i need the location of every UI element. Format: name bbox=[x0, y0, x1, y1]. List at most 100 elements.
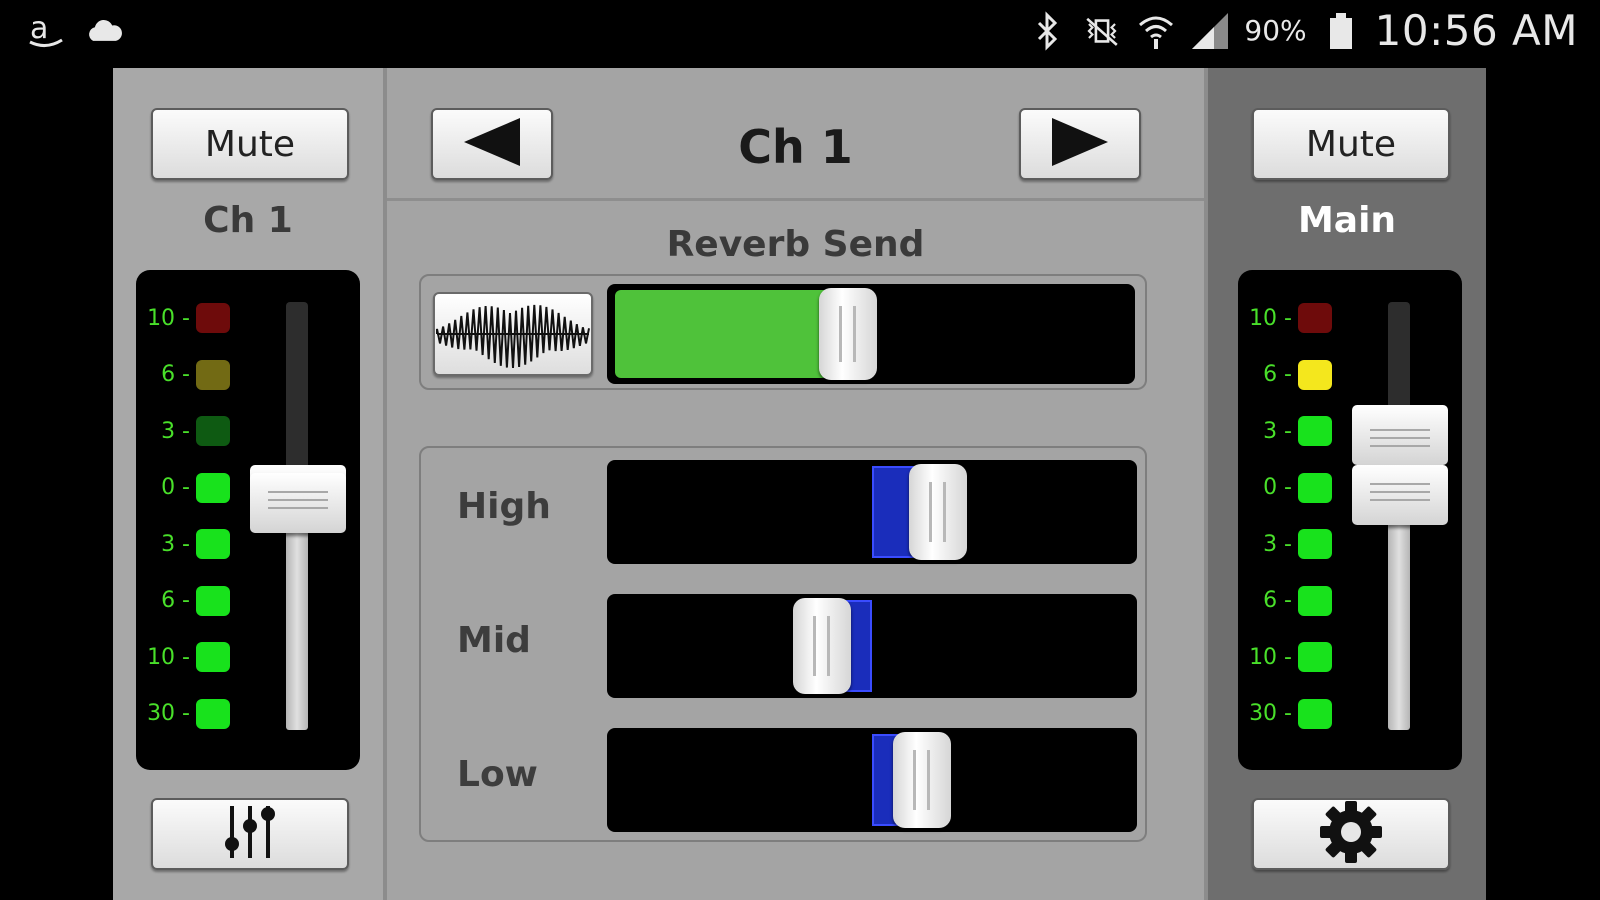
meter-tick-label: 10 - bbox=[1249, 644, 1292, 670]
eq-high-slider[interactable] bbox=[607, 460, 1137, 564]
eq-low-slider[interactable] bbox=[607, 728, 1137, 832]
meter-tick-label: 6 - bbox=[161, 588, 190, 613]
channel-strip-left: Mute Ch 1 10 - 6 - 3 - 0 - 3 - 6 - 10 - 30 - bbox=[113, 68, 383, 900]
main-fader-handle[interactable] bbox=[1352, 464, 1448, 525]
meter-led bbox=[196, 642, 230, 672]
eq-mid-handle[interactable] bbox=[792, 598, 851, 694]
meter-row: 10 - bbox=[1238, 298, 1332, 338]
svg-text:a: a bbox=[30, 11, 48, 46]
meter-led bbox=[196, 303, 230, 333]
eq-high-label: High bbox=[457, 486, 551, 527]
meter-row: 3 - bbox=[136, 411, 230, 451]
main-label: Main bbox=[1297, 200, 1397, 241]
meter-tick-label: 10 - bbox=[147, 644, 190, 670]
meter-level-indicator bbox=[1352, 404, 1448, 465]
channel-label: Ch 1 bbox=[203, 200, 293, 241]
eq-low-handle[interactable] bbox=[893, 732, 952, 828]
amazon-icon: a bbox=[26, 10, 66, 50]
channel-fader-handle[interactable] bbox=[250, 473, 346, 534]
reverb-send-fill bbox=[615, 290, 849, 378]
channel-meter: 10 - 6 - 3 - 0 - 3 - 6 - 10 - 30 - bbox=[136, 270, 360, 770]
meter-row: 6 - bbox=[1238, 355, 1332, 395]
meter-tick-label: 6 - bbox=[1263, 362, 1292, 387]
wifi-icon bbox=[1136, 11, 1176, 51]
meter-row: 6 - bbox=[1238, 581, 1332, 621]
eq-low-label: Low bbox=[457, 754, 538, 795]
main-meter: 10 - 6 - 3 - 0 - 3 - 6 - 10 - 30 - bbox=[1238, 270, 1462, 770]
meter-tick-label: 10 - bbox=[1249, 305, 1292, 331]
meter-row: 3 - bbox=[136, 524, 230, 564]
meter-tick-label: 30 - bbox=[147, 701, 190, 726]
main-strip: Mute Main 10 - 6 - 3 - 0 - 3 - 6 - 10 - 30 - bbox=[1208, 68, 1486, 900]
meter-led bbox=[1298, 359, 1332, 390]
meter-row: 10 - bbox=[136, 298, 230, 338]
meter-led bbox=[1298, 529, 1332, 559]
meter-tick-label: 3 - bbox=[161, 418, 190, 444]
meter-led bbox=[1298, 303, 1332, 333]
mixer-button[interactable] bbox=[151, 798, 349, 870]
next-channel-button[interactable] bbox=[1019, 108, 1141, 180]
reverb-send-slider[interactable] bbox=[607, 284, 1135, 384]
meter-tick-label: 6 - bbox=[161, 362, 190, 387]
channel-navigator: Ch 1 bbox=[387, 68, 1204, 201]
vibrate-off-icon bbox=[1082, 11, 1122, 51]
reverb-send-control bbox=[419, 274, 1147, 390]
triangle-right-icon bbox=[1050, 116, 1110, 172]
status-bar: a 90% 10:56 AM bbox=[0, 0, 1600, 68]
meter-led bbox=[1298, 698, 1332, 729]
meter-tick-label: 10 - bbox=[147, 305, 190, 331]
meter-row: 3 - bbox=[1238, 524, 1332, 564]
meter-tick-label: 3 - bbox=[161, 531, 190, 557]
meter-tick-label: 0 - bbox=[161, 475, 190, 500]
reverb-send-handle[interactable] bbox=[819, 288, 878, 380]
meter-row: 3 - bbox=[1238, 411, 1332, 451]
cloud-icon bbox=[84, 10, 124, 50]
meter-led bbox=[196, 698, 230, 729]
eq-mid-slider[interactable] bbox=[607, 594, 1137, 698]
status-left: a bbox=[26, 10, 124, 50]
meter-row: 30 - bbox=[136, 694, 230, 734]
eq-section: High Mid Low bbox=[419, 446, 1147, 842]
channel-detail-panel: Ch 1 Reverb Send High Mid Low bbox=[383, 68, 1208, 900]
mixer-sliders-icon bbox=[218, 800, 282, 868]
waveform-path bbox=[436, 304, 590, 368]
meter-led bbox=[196, 416, 230, 446]
reverb-toggle-button[interactable] bbox=[433, 292, 593, 376]
meter-led bbox=[196, 359, 230, 390]
eq-mid-label: Mid bbox=[457, 620, 531, 661]
meter-led bbox=[1298, 585, 1332, 616]
gear-icon bbox=[1318, 799, 1384, 869]
clock: 10:56 AM bbox=[1374, 6, 1578, 55]
meter-led bbox=[1298, 472, 1332, 503]
meter-row: 6 - bbox=[136, 581, 230, 621]
meter-row: 0 - bbox=[1238, 468, 1332, 508]
meter-tick-label: 3 - bbox=[1263, 531, 1292, 557]
meter-tick-label: 30 - bbox=[1249, 701, 1292, 726]
fader-track-fill bbox=[286, 513, 308, 730]
meter-row: 10 - bbox=[1238, 637, 1332, 677]
meter-led bbox=[196, 585, 230, 616]
signal-icon bbox=[1190, 11, 1230, 51]
meter-row: 0 - bbox=[136, 468, 230, 508]
battery-percent: 90% bbox=[1244, 14, 1307, 47]
meter-tick-label: 0 - bbox=[1263, 475, 1292, 500]
meter-row: 6 - bbox=[136, 355, 230, 395]
mute-button-channel[interactable]: Mute bbox=[151, 108, 349, 180]
battery-icon bbox=[1321, 11, 1361, 51]
meter-led bbox=[196, 472, 230, 503]
eq-high-handle[interactable] bbox=[909, 464, 968, 560]
bluetooth-icon bbox=[1028, 10, 1068, 51]
meter-led bbox=[1298, 642, 1332, 672]
meter-row: 10 - bbox=[136, 637, 230, 677]
meter-tick-label: 6 - bbox=[1263, 588, 1292, 613]
meter-led bbox=[196, 529, 230, 559]
meter-led bbox=[1298, 416, 1332, 446]
settings-button[interactable] bbox=[1252, 798, 1450, 870]
meter-tick-label: 3 - bbox=[1263, 418, 1292, 444]
waveform-icon bbox=[435, 304, 591, 378]
meter-row: 30 - bbox=[1238, 694, 1332, 734]
mute-button-main[interactable]: Mute bbox=[1252, 108, 1450, 180]
fader-track-fill bbox=[1388, 504, 1410, 730]
status-right: 90% 10:56 AM bbox=[1028, 6, 1578, 55]
reverb-send-label: Reverb Send bbox=[666, 224, 925, 265]
